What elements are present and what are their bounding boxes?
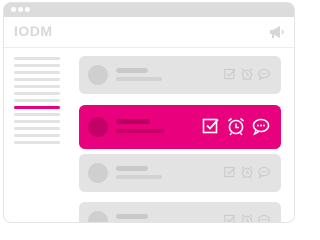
sidebar-item[interactable] bbox=[14, 57, 60, 60]
window-dot-icon[interactable] bbox=[25, 7, 30, 12]
card-title-placeholder bbox=[116, 119, 150, 124]
card-actions bbox=[223, 213, 271, 222]
sidebar-nav bbox=[14, 57, 60, 148]
sidebar-item[interactable] bbox=[14, 113, 60, 116]
sidebar-item[interactable] bbox=[14, 71, 60, 74]
chat-bubble-icon[interactable] bbox=[257, 67, 271, 81]
avatar bbox=[88, 211, 108, 222]
chat-bubble-icon[interactable] bbox=[257, 213, 271, 222]
card-title-placeholder bbox=[116, 68, 148, 73]
alarm-clock-icon[interactable] bbox=[240, 67, 254, 81]
chat-bubble-icon[interactable] bbox=[257, 165, 271, 179]
avatar bbox=[88, 65, 108, 85]
app-window: IODM bbox=[3, 2, 295, 223]
alarm-clock-icon[interactable] bbox=[226, 116, 246, 136]
card-subtitle-placeholder bbox=[116, 77, 162, 81]
alarm-clock-icon[interactable] bbox=[240, 213, 254, 222]
sidebar-item[interactable] bbox=[14, 85, 60, 88]
app-header: IODM bbox=[4, 17, 294, 48]
sidebar-item[interactable] bbox=[14, 127, 60, 130]
card-subtitle-placeholder bbox=[116, 129, 164, 133]
sidebar-item[interactable] bbox=[14, 64, 60, 67]
sidebar-item[interactable] bbox=[14, 120, 60, 123]
avatar bbox=[88, 163, 108, 183]
list-card-selected[interactable] bbox=[79, 105, 281, 149]
checkbox-icon[interactable] bbox=[223, 165, 237, 179]
sidebar-item[interactable] bbox=[14, 78, 60, 81]
sidebar-item[interactable] bbox=[14, 134, 60, 137]
window-dot-icon[interactable] bbox=[11, 7, 16, 12]
alarm-clock-icon[interactable] bbox=[240, 165, 254, 179]
card-title-placeholder bbox=[116, 166, 148, 171]
window-dot-icon[interactable] bbox=[18, 7, 23, 12]
checkbox-icon[interactable] bbox=[223, 67, 237, 81]
chat-bubble-icon[interactable] bbox=[251, 116, 271, 136]
card-actions bbox=[223, 165, 271, 181]
sidebar-item[interactable] bbox=[14, 99, 60, 102]
app-logo: IODM bbox=[14, 23, 53, 39]
card-subtitle-placeholder bbox=[116, 175, 162, 179]
card-actions bbox=[223, 67, 271, 83]
sidebar-item[interactable] bbox=[14, 141, 60, 144]
list-card[interactable] bbox=[79, 56, 281, 94]
card-title-placeholder bbox=[116, 214, 148, 219]
checkbox-icon[interactable] bbox=[201, 116, 221, 136]
megaphone-icon[interactable] bbox=[268, 25, 286, 39]
card-actions bbox=[201, 116, 271, 138]
avatar bbox=[88, 117, 108, 137]
checkbox-icon[interactable] bbox=[223, 213, 237, 222]
sidebar-item[interactable] bbox=[14, 106, 60, 109]
window-titlebar bbox=[4, 3, 294, 17]
list-card[interactable] bbox=[79, 202, 281, 222]
list-card[interactable] bbox=[79, 154, 281, 192]
sidebar-item[interactable] bbox=[14, 92, 60, 95]
